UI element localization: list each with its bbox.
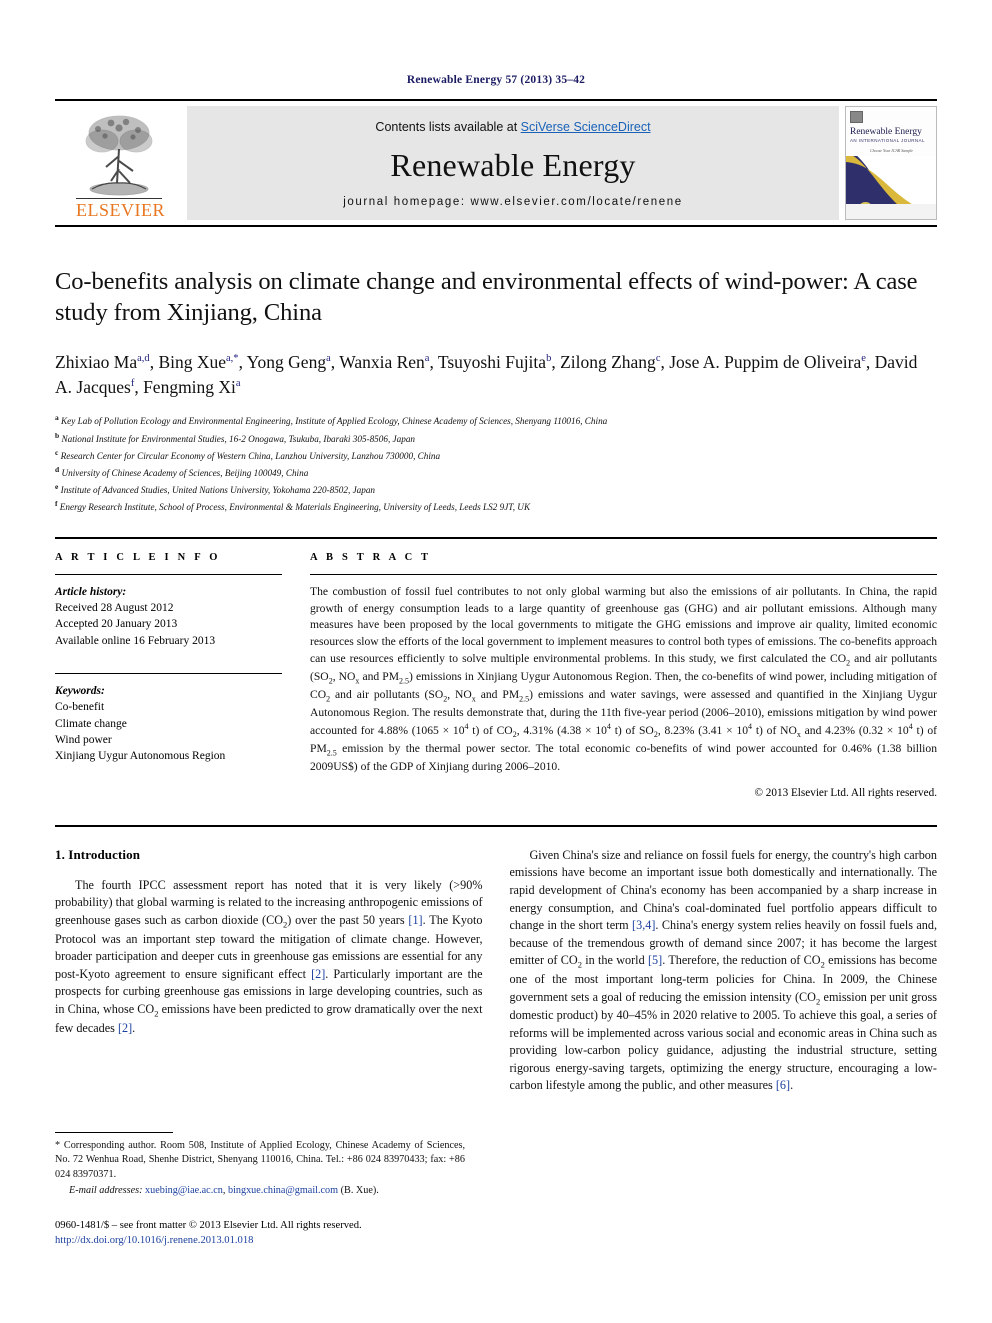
paper-page: Renewable Energy 57 (2013) 35–42 ELSEVIE…	[0, 0, 992, 1323]
email-label: E-mail addresses:	[69, 1185, 143, 1197]
keywords-group: Keywords: Co-benefit Climate change Wind…	[55, 683, 282, 765]
affiliation-item: e Institute of Advanced Studies, United …	[55, 481, 376, 495]
footnote-rule	[55, 1132, 173, 1133]
journal-title: Renewable Energy	[390, 147, 636, 183]
abstract-column: A B S T R A C T The combustion of fossil…	[310, 552, 937, 799]
elsevier-logo: ELSEVIER	[55, 101, 183, 225]
affiliation-item: b National Institute for Environmental S…	[55, 430, 416, 444]
imprint-block: 0960-1481/$ – see front matter © 2013 El…	[55, 1218, 485, 1249]
affiliation-list: a Key Lab of Pollution Ecology and Envir…	[55, 412, 937, 514]
affiliation-item: c Research Center for Circular Economy o…	[55, 447, 441, 461]
affiliation-item: a Key Lab of Pollution Ecology and Envir…	[55, 413, 608, 427]
page-title: Co-benefits analysis on climate change a…	[55, 268, 918, 326]
affiliation-item: f Energy Research Institute, School of P…	[55, 498, 531, 512]
email-link-2[interactable]: bingxue.china@gmail.com	[228, 1185, 338, 1196]
article-info-label: A R T I C L E I N F O	[55, 551, 221, 563]
cover-logo-icon	[850, 111, 863, 123]
divider	[55, 673, 282, 675]
cover-top: Renewable Energy AN INTERNATIONAL JOURNA…	[846, 107, 936, 157]
elsevier-wordmark: ELSEVIER	[76, 198, 165, 220]
body-divider	[55, 824, 937, 827]
keyword-item: Xinjiang Uygur Autonomous Region	[55, 750, 226, 763]
journal-banner: ELSEVIER Contents lists available at Sci…	[55, 99, 937, 227]
article-info-column: A R T I C L E I N F O Article history: R…	[55, 552, 310, 799]
sciencedirect-link[interactable]: SciVerse ScienceDirect	[521, 120, 651, 134]
section-heading-introduction: 1. Introduction	[55, 846, 141, 862]
footnote-area: * Corresponding author. Room 508, Instit…	[55, 1132, 465, 1199]
history-item: Available online 16 February 2013	[55, 634, 216, 647]
divider	[55, 573, 282, 575]
intro-paragraph-left: The fourth IPCC assessment report has no…	[55, 877, 483, 1035]
email-link-1[interactable]: xuebing@iae.ac.cn	[145, 1185, 223, 1196]
elsevier-tree-icon	[78, 111, 160, 197]
issn-line: 0960-1481/$ – see front matter © 2013 El…	[55, 1220, 362, 1231]
keywords-heading: Keywords:	[55, 685, 105, 698]
email-attribution: (B. Xue).	[340, 1185, 379, 1197]
contents-prefix: Contents lists available at	[375, 120, 521, 134]
affiliation-item: d University of Chinese Academy of Scien…	[55, 464, 309, 478]
author-list: Zhixiao Maa,d, Bing Xuea,*, Yong Genga, …	[55, 351, 918, 398]
divider	[310, 573, 937, 575]
body-column-left: 1. Introduction The fourth IPCC assessme…	[55, 847, 483, 1104]
cover-subtitle: AN INTERNATIONAL JOURNAL	[850, 138, 925, 143]
abstract-copyright: © 2013 Elsevier Ltd. All rights reserved…	[754, 786, 938, 799]
running-head: Renewable Energy 57 (2013) 35–42	[406, 74, 586, 86]
cover-strip	[846, 204, 936, 219]
corresponding-author-note: * Corresponding author. Room 508, Instit…	[55, 1140, 465, 1180]
title-block: Co-benefits analysis on climate change a…	[55, 267, 937, 515]
journal-cover-thumbnail: Renewable Energy AN INTERNATIONAL JOURNA…	[845, 106, 937, 220]
abstract-label: A B S T R A C T	[310, 551, 432, 563]
doi-link[interactable]: http://dx.doi.org/10.1016/j.renene.2013.…	[55, 1233, 485, 1248]
article-history: Article history: Received 28 August 2012…	[55, 584, 282, 649]
body-columns: 1. Introduction The fourth IPCC assessme…	[55, 847, 937, 1104]
email-note: E-mail addresses: xuebing@iae.ac.cn, bin…	[55, 1184, 465, 1198]
keyword-item: Wind power	[55, 734, 112, 747]
cover-bottom: ScienceDirect	[846, 156, 936, 219]
info-abstract-region: A R T I C L E I N F O Article history: R…	[55, 536, 937, 799]
cover-title: Renewable Energy	[850, 127, 922, 137]
intro-paragraph-right: Given China's size and reliance on fossi…	[509, 847, 938, 1093]
keyword-item: Climate change	[55, 717, 127, 730]
keyword-item: Co-benefit	[55, 701, 105, 714]
article-history-heading: Article history:	[55, 585, 127, 598]
abstract-text: The combustion of fossil fuel contribute…	[310, 584, 938, 774]
journal-homepage[interactable]: journal homepage: www.elsevier.com/locat…	[343, 196, 683, 208]
history-item: Accepted 20 January 2013	[55, 618, 178, 631]
body-column-right: Given China's size and reliance on fossi…	[510, 847, 938, 1104]
contents-available-line: Contents lists available at SciVerse Sci…	[375, 120, 650, 134]
banner-center: Contents lists available at SciVerse Sci…	[187, 106, 839, 220]
cover-note: Choose Your ICAR Sample	[869, 148, 914, 153]
history-item: Received 28 August 2012	[55, 602, 174, 615]
